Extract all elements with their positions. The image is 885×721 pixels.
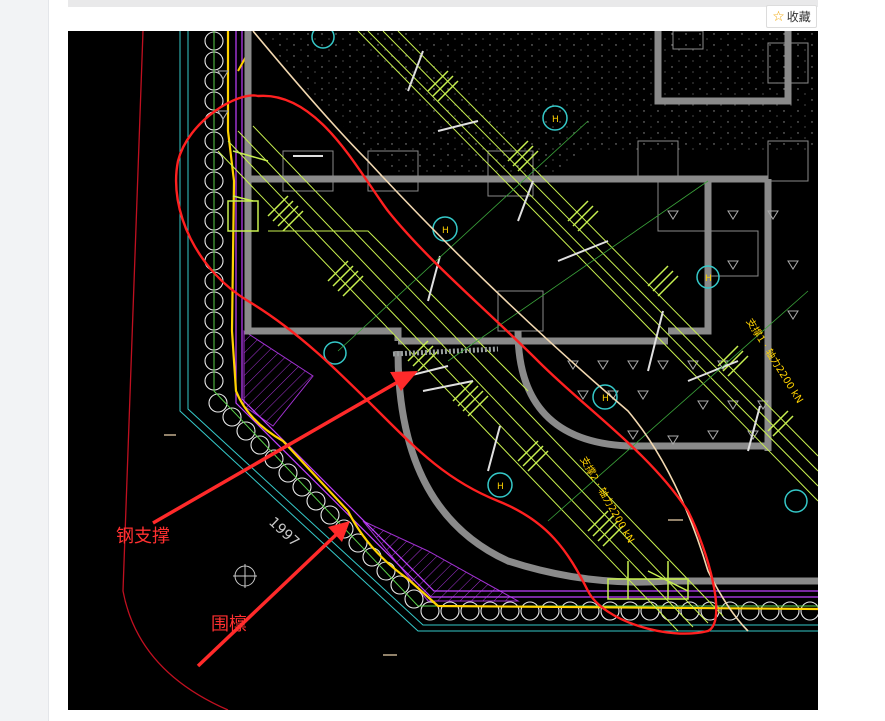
strut-label-1: 支撑1 · 轴力2200 kN [743, 316, 806, 406]
favorite-button[interactable]: ☆ 收藏 [766, 5, 817, 28]
survey-point-icon [233, 564, 257, 588]
favorite-label: 收藏 [786, 10, 811, 24]
arrow-waler [196, 521, 350, 668]
svg-text:H: H [552, 115, 559, 125]
svg-text:H: H [602, 394, 609, 404]
top-toolbar-strip [68, 0, 818, 7]
left-sidebar [0, 0, 49, 721]
svg-text:H: H [497, 482, 504, 492]
annotation-steel-support: 钢支撑 [116, 526, 170, 547]
stipple-area [258, 31, 818, 181]
svg-text:H: H [442, 226, 449, 236]
dimension-text: 1997 [265, 514, 302, 550]
cad-drawing-image: HHHHH 支撑1 · 轴力2200 kN 支撑2 · 轴力2200 kN 19… [68, 31, 818, 710]
annotation-waler: 围檩 [211, 614, 247, 635]
site-boundary-line [122, 31, 229, 710]
svg-text:H: H [705, 274, 712, 284]
star-icon: ☆ [772, 8, 785, 25]
